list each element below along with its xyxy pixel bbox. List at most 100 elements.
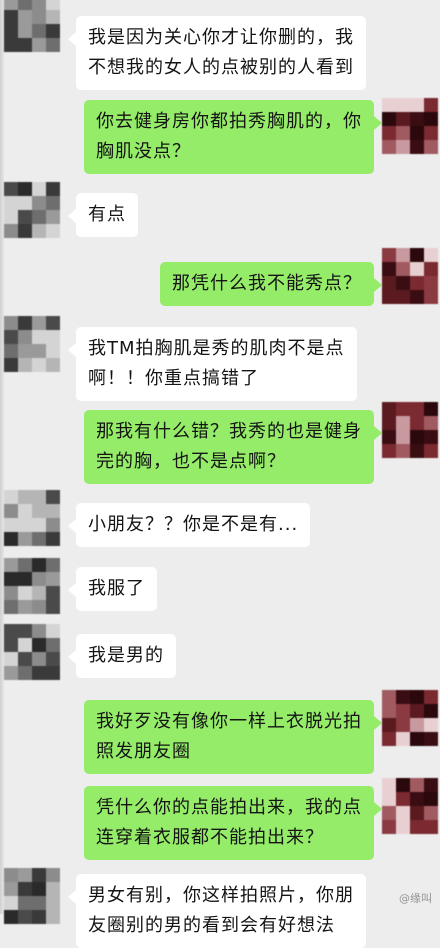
avatar-pixel (424, 290, 438, 304)
avatar-pixel (424, 778, 438, 792)
message-text: 凭什么你的点能拍出来，我的点 (96, 797, 362, 818)
avatar-pixel (382, 276, 396, 290)
avatar-pixel (382, 778, 396, 792)
avatar-pixel (18, 586, 32, 600)
avatar-pixel (4, 0, 18, 10)
avatar-pixel (4, 182, 18, 196)
phone-screen-edge (0, 0, 4, 914)
message-text: 我是因为关心你才让你删的，我 (88, 27, 354, 48)
avatar-pixel (424, 820, 438, 834)
avatar-pixel (396, 778, 410, 792)
avatar-pixel (4, 910, 18, 924)
avatar-pixel (32, 344, 46, 358)
avatar-pixel (46, 210, 60, 224)
avatar-pixel (396, 806, 410, 820)
avatar-pixel (4, 504, 18, 518)
avatar-pixel (46, 0, 60, 10)
avatar-pixel (382, 140, 396, 154)
avatar-pixel (382, 806, 396, 820)
avatar-pixel (32, 558, 46, 572)
avatar-pixel (32, 624, 46, 638)
avatar-pixel (18, 504, 32, 518)
avatar[interactable] (382, 402, 440, 458)
avatar-pixel (382, 126, 396, 140)
avatar-pixel (32, 24, 46, 38)
avatar-pixel (46, 586, 60, 600)
message-text: 有点 (88, 204, 126, 225)
message-bubble[interactable]: 有点 (68, 193, 138, 237)
message-bubble[interactable]: 那凭什么我不能秀点？ (160, 262, 382, 306)
message-text: 友圈别的男的看到会有好想法 (88, 915, 335, 936)
avatar-pixel (46, 910, 60, 924)
message-text: 啊！！你重点搞错了 (88, 368, 259, 389)
avatar-pixel (4, 882, 18, 896)
avatar-pixel (410, 792, 424, 806)
avatar-pixel (32, 38, 46, 52)
avatar-pixel (396, 690, 410, 704)
avatar-pixel (4, 666, 18, 680)
avatar-pixel (46, 652, 60, 666)
avatar-pixel (410, 444, 424, 458)
avatar-pixel (396, 732, 410, 746)
avatar-pixel (32, 0, 46, 10)
message-bubble[interactable]: 我是因为关心你才让你删的，我 不想我的女人的点被别的人看到 (68, 16, 366, 90)
avatar-pixel (396, 792, 410, 806)
avatar-pixel (32, 572, 46, 586)
avatar-pixel (32, 210, 46, 224)
avatar-pixel (410, 140, 424, 154)
avatar[interactable] (4, 624, 60, 680)
avatar[interactable] (4, 182, 60, 238)
message-bubble[interactable]: 我好歹没有像你一样上衣脱光拍 照发朋友圈 (84, 700, 382, 774)
avatar-pixel (18, 224, 32, 238)
avatar-pixel (4, 532, 18, 546)
message-bubble[interactable]: 我是男的 (68, 634, 176, 678)
avatar[interactable] (4, 868, 60, 924)
message-text: 我好歹没有像你一样上衣脱光拍 (96, 711, 362, 732)
avatar-pixel (396, 820, 410, 834)
message-bubble[interactable]: 小朋友？？你是不是有... (67, 503, 311, 547)
avatar-pixel (410, 416, 424, 430)
avatar-pixel (4, 344, 18, 358)
avatar-pixel (32, 666, 46, 680)
avatar-pixel (46, 532, 60, 546)
avatar-pixel (410, 276, 424, 290)
message-bubble[interactable]: 凭什么你的点能拍出来，我的点 连穿着衣服都不能拍出来？ (84, 786, 382, 860)
avatar-pixel (382, 792, 396, 806)
message-bubble[interactable]: 男女有别，你这样拍照片，你朋 友圈别的男的看到会有好想法 (68, 874, 366, 948)
avatar-pixel (410, 430, 424, 444)
avatar-pixel (32, 358, 46, 372)
avatar-pixel (32, 868, 46, 882)
avatar-pixel (18, 10, 32, 24)
avatar-pixel (382, 416, 396, 430)
avatar-pixel (410, 248, 424, 262)
avatar[interactable] (4, 316, 60, 372)
avatar-pixel (396, 444, 410, 458)
avatar[interactable] (382, 778, 440, 834)
avatar-pixel (382, 402, 396, 416)
message-bubble[interactable]: 那我有什么错？我秀的也是健身 完的胸，也不是点啊？ (84, 410, 382, 484)
avatar[interactable] (4, 0, 60, 52)
avatar-pixel (396, 430, 410, 444)
avatar[interactable] (382, 248, 440, 304)
avatar-pixel (18, 868, 32, 882)
avatar-pixel (46, 490, 60, 504)
avatar-pixel (382, 732, 396, 746)
avatar-pixel (32, 652, 46, 666)
message-bubble[interactable]: 我TM拍胸肌是秀的肌肉不是点 啊！！你重点搞错了 (68, 327, 357, 401)
avatar-pixel (396, 126, 410, 140)
avatar[interactable] (382, 690, 440, 746)
avatar-pixel (18, 652, 32, 666)
avatar[interactable] (4, 490, 60, 546)
avatar-pixel (410, 402, 424, 416)
avatar[interactable] (4, 558, 60, 614)
avatar[interactable] (382, 98, 440, 154)
avatar-pixel (32, 586, 46, 600)
avatar-pixel (424, 248, 438, 262)
avatar-pixel (32, 224, 46, 238)
avatar-pixel (18, 910, 32, 924)
avatar-pixel (46, 868, 60, 882)
message-bubble[interactable]: 我服了 (68, 567, 157, 611)
message-bubble[interactable]: 你去健身房你都拍秀胸肌的，你 胸肌没点？ (84, 100, 382, 174)
avatar-pixel (32, 518, 46, 532)
avatar-pixel (4, 638, 18, 652)
